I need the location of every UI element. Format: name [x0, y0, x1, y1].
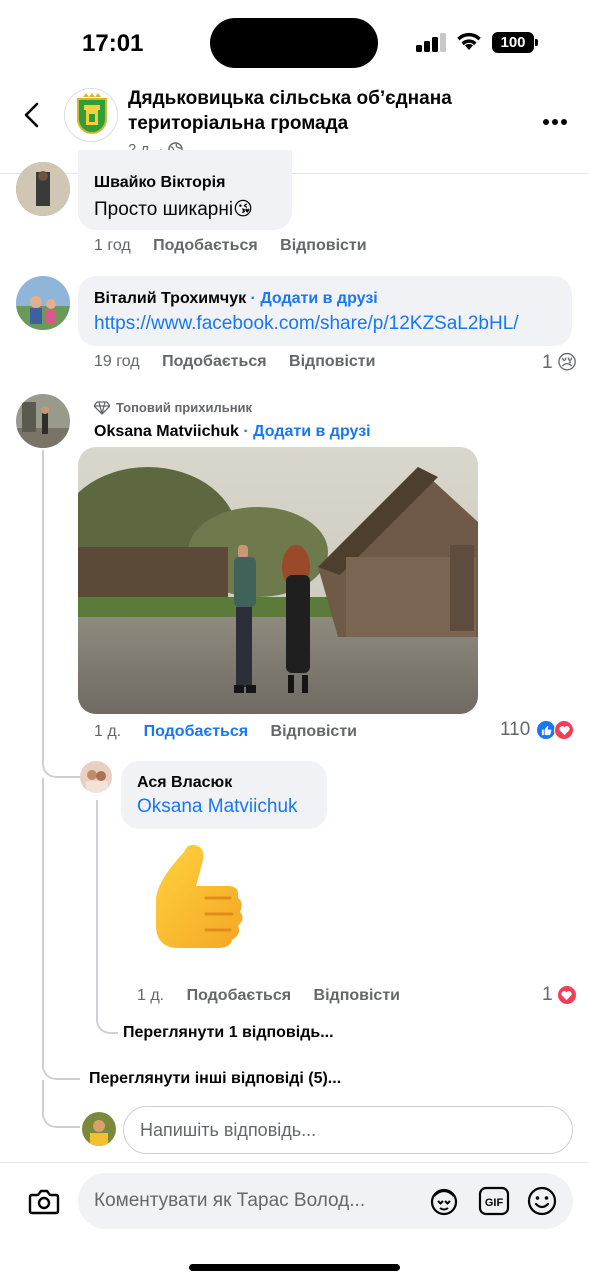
comment-time: 1 год [94, 237, 131, 254]
status-time: 17:01 [82, 30, 144, 57]
reply-author[interactable]: Ася Власюк [137, 774, 232, 792]
thread-connector [42, 1060, 80, 1080]
emoji-icon[interactable] [526, 1185, 558, 1217]
status-bar: 17:01 100 [0, 0, 589, 80]
avatar[interactable] [16, 394, 70, 448]
comment-time: 19 год [94, 353, 140, 370]
reply-button[interactable]: Відповісти [289, 353, 375, 370]
comment-input-placeholder: Коментувати як Тарас Волод... [94, 1190, 366, 1211]
cellular-signal-icon [416, 32, 448, 52]
reaction-summary[interactable]: 1 [542, 984, 577, 1006]
reaction-count: 1 [542, 351, 553, 373]
reply-button[interactable]: Відповісти [314, 987, 400, 1004]
like-button[interactable]: Подобається [162, 353, 267, 370]
reply-button[interactable]: Відповісти [271, 723, 357, 740]
reply-time: 1 д. [137, 987, 165, 1004]
love-reaction-icon [554, 720, 575, 740]
page-name[interactable]: Дядьковицька сільська обʼєднана територі… [128, 86, 518, 136]
reaction-count: 110 [500, 719, 531, 740]
home-indicator [189, 1264, 400, 1271]
comment-actions: 19 год Подобається Відповісти [94, 353, 375, 371]
reply-actions: 1 д. Подобається Відповісти [137, 987, 400, 1005]
battery-indicator: 100 [492, 32, 538, 53]
bottom-comment-bar: Коментувати як Тарас Волод... GIF [0, 1162, 589, 1280]
reply-input[interactable]: Напишіть відповідь... [123, 1106, 573, 1154]
thread-line [42, 778, 44, 1068]
like-button[interactable]: Подобається [144, 723, 249, 740]
like-button[interactable]: Подобається [153, 237, 258, 254]
back-arrow-icon[interactable] [18, 100, 48, 130]
reply-button[interactable]: Відповісти [280, 237, 366, 254]
comment-bubble: Швайко Вікторія Просто шикарні😘 [78, 150, 292, 230]
comment-author[interactable]: Oksana Matviichuk [94, 423, 239, 440]
sad-reaction-icon: 😢 [556, 352, 578, 374]
wifi-icon [457, 32, 481, 50]
avatar[interactable] [16, 162, 70, 216]
thumbs-up-sticker[interactable] [136, 840, 248, 964]
top-fan-badge: Топовий прихильник [94, 400, 252, 415]
comment-bubble: Віталий Трохимчук · Додати в друзі https… [78, 276, 572, 346]
comment-author[interactable]: Віталий Трохимчук [94, 290, 246, 307]
add-friend-link[interactable]: · Додати в друзі [251, 290, 378, 307]
avatar[interactable] [16, 276, 70, 330]
current-user-avatar [82, 1112, 116, 1146]
gif-icon[interactable]: GIF [478, 1186, 510, 1216]
add-friend-link[interactable]: · Додати в друзі [243, 423, 370, 440]
page-logo[interactable] [64, 88, 118, 142]
love-reaction-icon [556, 985, 577, 1005]
view-one-reply-link[interactable]: Переглянути 1 відповідь... [123, 1024, 334, 1042]
thread-connector [42, 1100, 80, 1128]
comment-actions: 1 д. Подобається Відповісти [94, 723, 357, 741]
mention-link[interactable]: Oksana Matviichuk [137, 796, 298, 818]
reaction-summary[interactable]: 1 😢 [542, 350, 577, 375]
comment-time: 1 д. [94, 723, 122, 740]
svg-text:GIF: GIF [485, 1197, 504, 1209]
coat-of-arms-icon [65, 89, 117, 141]
reaction-count: 1 [542, 984, 553, 1005]
reply-bubble: Ася Власюк Oksana Matviichuk [121, 761, 327, 829]
comment-text: Просто шикарні😘 [94, 199, 253, 220]
like-reaction-icon [536, 720, 557, 740]
avatar[interactable] [80, 761, 112, 793]
thread-line [42, 450, 44, 760]
comment-author-line: Oksana Matviichuk · Додати в друзі [94, 423, 371, 441]
view-other-replies-link[interactable]: Переглянути інші відповіді (5)... [89, 1070, 341, 1088]
kiss-emoji: 😘 [233, 199, 253, 220]
reaction-summary[interactable]: 110 [500, 719, 575, 741]
thread-connector [96, 1000, 118, 1034]
dynamic-island [210, 18, 378, 68]
camera-icon[interactable] [28, 1188, 60, 1216]
comment-author[interactable]: Швайко Вікторія [94, 174, 225, 192]
like-button[interactable]: Подобається [187, 987, 292, 1004]
thread-line [96, 800, 98, 1010]
comment-photo[interactable] [78, 447, 478, 714]
thread-connector [42, 740, 80, 778]
diamond-icon [94, 400, 110, 415]
comment-input[interactable]: Коментувати як Тарас Волод... GIF [78, 1173, 573, 1229]
more-options-icon[interactable] [543, 112, 570, 130]
comment-author-line: Віталий Трохимчук · Додати в друзі [94, 290, 378, 308]
comment-link[interactable]: https://www.facebook.com/share/p/12KZSaL… [94, 313, 519, 335]
avatar-sticker-icon[interactable] [428, 1185, 460, 1217]
comment-actions: 1 год Подобається Відповісти [94, 237, 367, 255]
